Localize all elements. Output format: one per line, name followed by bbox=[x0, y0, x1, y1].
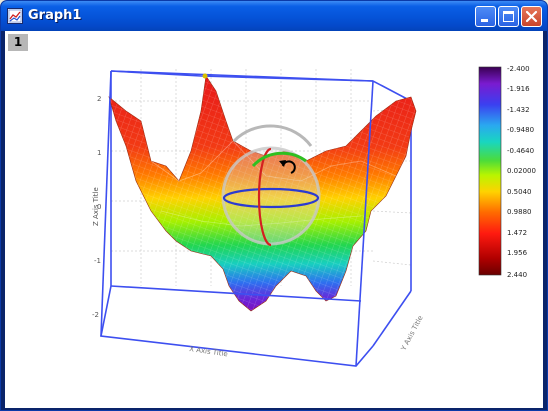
z-tick-neg1: -1 bbox=[94, 257, 101, 265]
colorbar-label: -1.916 bbox=[507, 85, 530, 93]
maximize-icon bbox=[503, 11, 514, 22]
z-tick-1: 1 bbox=[97, 149, 101, 157]
colorbar-label: 0.5040 bbox=[507, 188, 532, 196]
colorbar-label: -0.9480 bbox=[507, 126, 534, 134]
x-axis-title: X Axis Title bbox=[189, 345, 229, 358]
peak-marker bbox=[202, 73, 208, 79]
close-icon bbox=[525, 10, 538, 23]
graph-window: Graph1 1 2 1 0 -1 -2 Z Axis Title X Axis… bbox=[0, 0, 548, 411]
graph-app-icon[interactable] bbox=[7, 8, 23, 24]
colorbar-label: -1.432 bbox=[507, 106, 530, 114]
y-axis-title: Y Axis Title bbox=[399, 314, 424, 352]
x-axis: X Axis Title bbox=[189, 345, 229, 358]
colorbar-label: 0.9880 bbox=[507, 208, 532, 216]
title-bar[interactable]: Graph1 bbox=[1, 1, 547, 31]
color-scale[interactable]: -2.400 -1.916 -1.432 -0.9480 -0.4640 0.0… bbox=[478, 65, 536, 279]
z-axis-title: Z Axis Title bbox=[92, 187, 100, 226]
close-button[interactable] bbox=[521, 6, 542, 27]
colorbar-label: -0.4640 bbox=[507, 147, 534, 155]
surface-plot[interactable]: 2 1 0 -1 -2 Z Axis Title X Axis Title Y … bbox=[5, 31, 543, 408]
z-axis: 2 1 0 -1 -2 Z Axis Title bbox=[92, 95, 101, 319]
colorbar-label: 0.02000 bbox=[507, 167, 536, 175]
colorbar-label: -2.400 bbox=[507, 65, 530, 73]
y-axis: Y Axis Title bbox=[399, 314, 424, 352]
colorbar-label: 1.472 bbox=[507, 229, 527, 237]
z-tick-neg2: -2 bbox=[92, 311, 99, 319]
minimize-icon bbox=[481, 19, 488, 22]
colorbar-label: 1.956 bbox=[507, 249, 528, 257]
colorbar-label: 2.440 bbox=[507, 271, 527, 279]
z-tick-2: 2 bbox=[97, 95, 101, 103]
minimize-button[interactable] bbox=[475, 6, 496, 27]
window-title: Graph1 bbox=[28, 8, 82, 23]
graph-page: 1 2 1 0 -1 -2 Z Axis Title X Axis Title … bbox=[5, 31, 543, 408]
maximize-button[interactable] bbox=[498, 6, 519, 27]
